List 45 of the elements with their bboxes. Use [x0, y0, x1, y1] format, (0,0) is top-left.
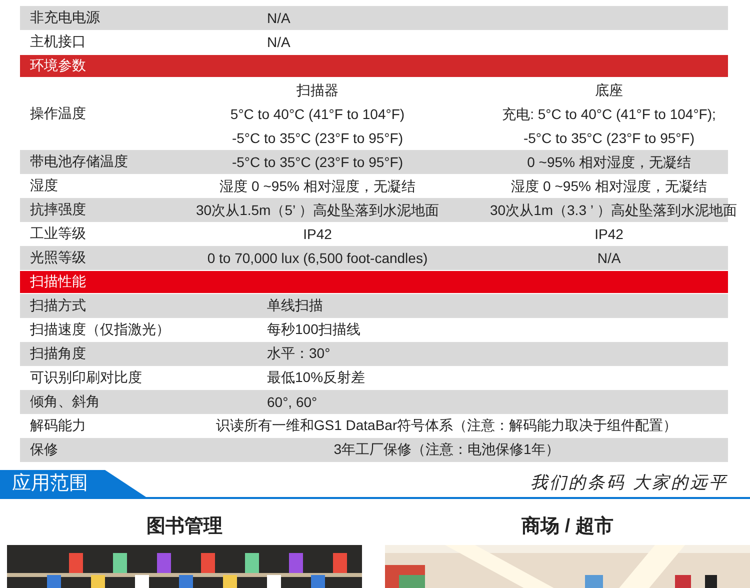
- spec-label: 扫描方式: [29, 297, 87, 315]
- spec-label: 操作温度: [29, 105, 87, 123]
- slogan: 我们的条码 大家的远平: [530, 472, 729, 495]
- spec-value: -5°C to 35°C (23°F to 95°F): [232, 129, 403, 148]
- spec-label: 带电池存储温度: [29, 153, 129, 171]
- spec-label: 可识别印刷对比度: [29, 369, 143, 387]
- spec-value: N/A: [266, 10, 292, 26]
- spec-label: 抗摔强度: [29, 201, 87, 219]
- spec-value: IP42: [303, 225, 332, 244]
- spec-label: 光照等级: [29, 249, 87, 267]
- spec-label: 湿度: [29, 177, 59, 195]
- spec-value: 0 ~95% 相对湿度，无凝结: [527, 153, 691, 172]
- application-title: 商场 / 超市: [522, 514, 614, 535]
- spec-value: -5°C to 35°C (23°F to 95°F): [232, 153, 403, 172]
- spec-value: 0 to 70,000 lux (6,500 foot-candles): [207, 249, 428, 268]
- spec-value: 最低10%反射差: [266, 369, 366, 387]
- spec-label: 工业等级: [29, 225, 87, 243]
- application-title: 图书管理: [146, 515, 222, 535]
- spec-label: 主机接口: [29, 33, 87, 51]
- spec-label: 保修: [29, 441, 59, 459]
- spec-value: 湿度 0 ~95% 相对湿度，无凝结: [511, 177, 707, 196]
- spec-value: -5°C to 35°C (23°F to 95°F): [523, 129, 694, 148]
- spec-value: N/A: [266, 34, 292, 50]
- spec-label: 扫描速度（仅指激光）: [29, 321, 171, 339]
- spec-value: 30次从1.5m（5’ ）高处坠落到水泥地面: [196, 201, 439, 220]
- spec-value: 识读所有一维和GS1 DataBar符号体系（注意：解码能力取决于组件配置）: [214, 417, 678, 435]
- spec-label: 扫描角度: [29, 345, 87, 363]
- spec-value: 扫描器: [296, 81, 338, 100]
- spec-label: 解码能力: [29, 417, 87, 435]
- spec-value: 每秒100扫描线: [266, 321, 362, 339]
- spec-value: IP42: [594, 225, 624, 244]
- spec-value: 30次从1m（3.3 ’ ）高处坠落到水泥地面: [490, 201, 737, 220]
- spec-value: 单线扫描: [266, 297, 324, 315]
- spec-label: 非充电电源: [29, 9, 101, 27]
- spec-value: N/A: [597, 249, 621, 268]
- spec-value: 底座: [595, 81, 623, 100]
- section-header: 扫描性能: [20, 271, 728, 293]
- spec-value: 水平：30°: [266, 345, 332, 363]
- section-header: 环境参数: [20, 55, 728, 77]
- spec-value: 60°, 60°: [266, 394, 318, 410]
- spec-value: 3年工厂保修（注意：电池保修1年）: [332, 441, 560, 459]
- spec-value: 充电: 5°C to 40°C (41°F to 104°F);: [502, 105, 716, 124]
- spec-value: 5°C to 40°C (41°F to 104°F): [230, 105, 405, 124]
- spec-value: 湿度 0 ~95% 相对湿度，无凝结: [220, 177, 416, 196]
- spec-label: 倾角、斜角: [29, 393, 101, 411]
